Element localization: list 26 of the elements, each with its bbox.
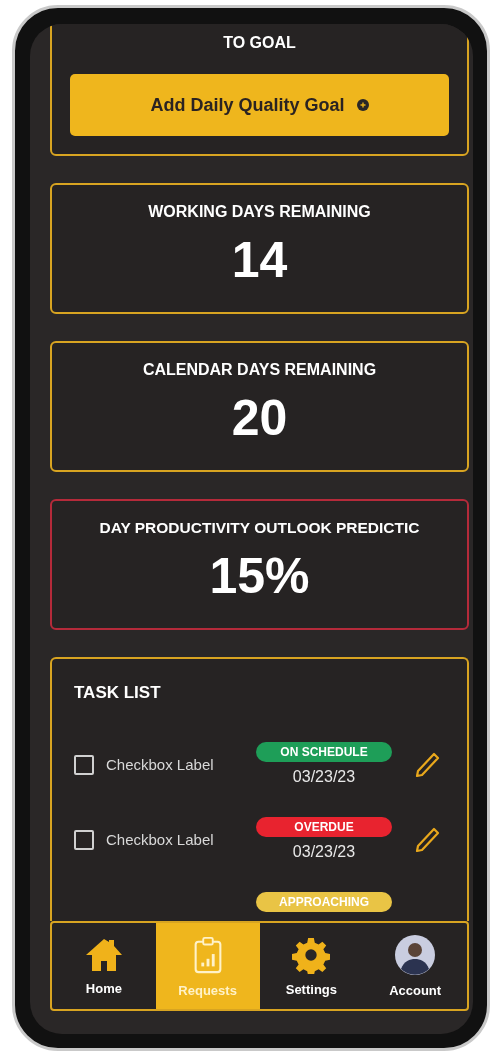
plus-circle-icon <box>356 99 369 111</box>
gear-icon <box>292 935 331 974</box>
nav-tab[interactable]: Settings <box>259 923 364 1009</box>
nav-tab[interactable]: Account <box>363 923 467 1009</box>
due-date: 03/23/23 <box>292 767 356 786</box>
pencil-icon[interactable] <box>414 825 440 854</box>
nav-tab[interactable]: Home <box>52 923 156 1009</box>
task-list-title: TASK LIST <box>74 683 162 703</box>
status-tag: ON SCHEDULE <box>256 741 392 762</box>
stat-value: 15% <box>208 547 311 605</box>
stat-title: WORKING DAYS REMAINING <box>147 203 372 221</box>
stat-value: 20 <box>230 389 289 447</box>
checkbox-label: Checkbox Label <box>106 756 215 773</box>
card-heading: TO GOAL <box>222 34 297 52</box>
status-tag: APPROACHING <box>256 891 392 912</box>
stat-title: DAY PRODUCTIVITY OUTLOOK PREDICTIC <box>98 519 421 537</box>
avatar-icon <box>395 934 436 975</box>
checkbox[interactable] <box>74 754 94 775</box>
status-tag: OVERDUE <box>256 816 392 837</box>
stat-value: 14 <box>230 231 289 289</box>
stat-title: CALENDAR DAYS REMAINING <box>141 361 378 379</box>
checkbox[interactable] <box>74 829 94 850</box>
add-goal-button[interactable]: Add Daily Quality Goal <box>70 74 449 136</box>
pencil-icon[interactable] <box>414 750 440 779</box>
due-date: 03/23/23 <box>292 842 356 861</box>
checkbox-label: Checkbox Label <box>106 831 215 848</box>
